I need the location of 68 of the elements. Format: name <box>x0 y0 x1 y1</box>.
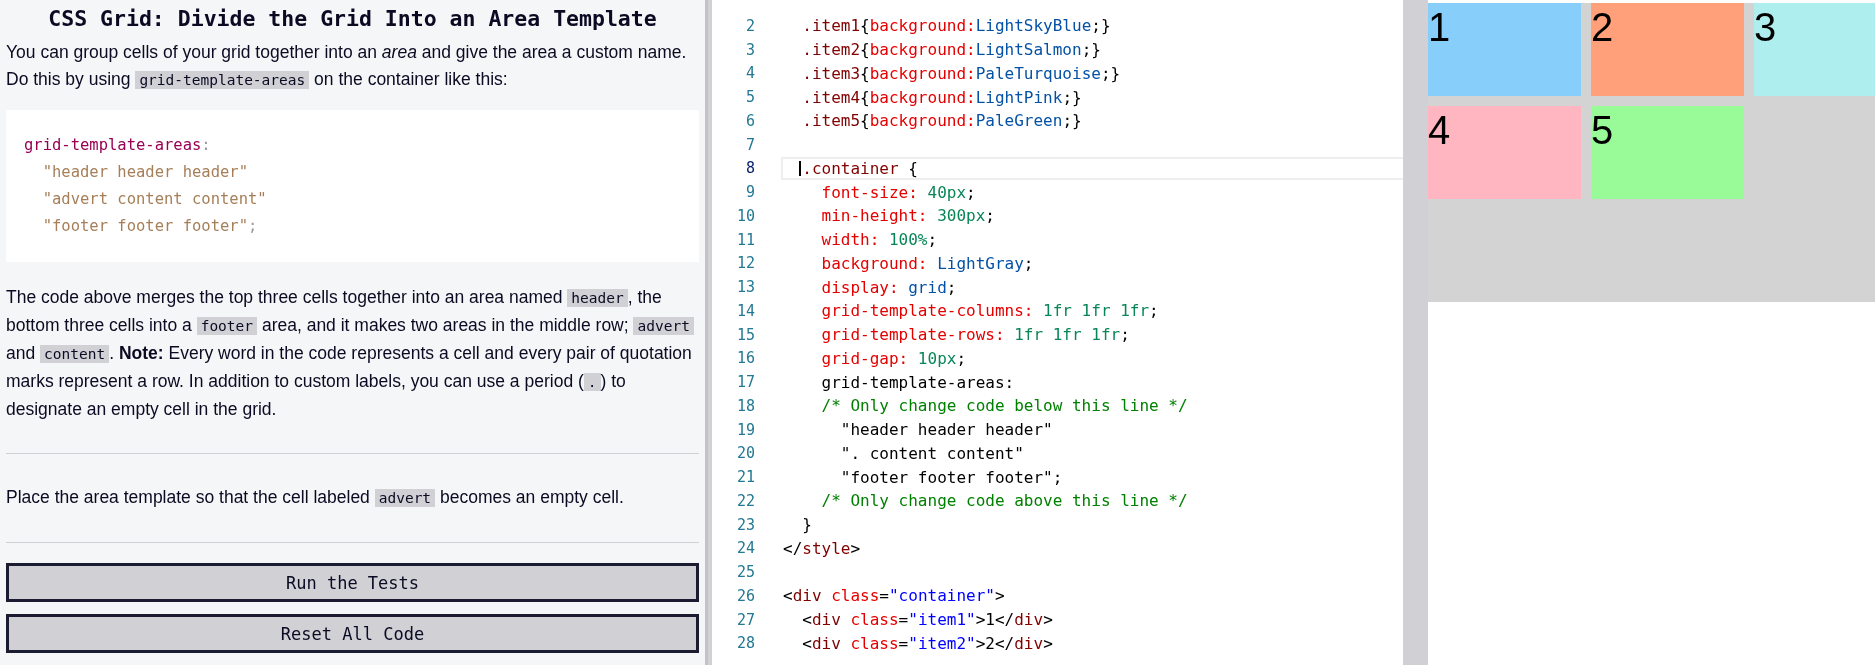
line-number: 25 <box>735 563 755 582</box>
line-number: 27 <box>735 610 755 629</box>
line-number: 17 <box>735 373 755 392</box>
line-number: 24 <box>735 539 755 558</box>
code-line: width: 100%; <box>820 229 939 252</box>
code-line: grid-template-areas: <box>24 135 212 156</box>
line-number: 16 <box>735 349 755 368</box>
line-number: 5 <box>744 88 755 107</box>
code-line: /* Only change code above this line */ <box>820 490 1189 513</box>
code-line: grid-template-columns: 1fr 1fr 1fr; <box>820 300 1160 323</box>
code-line: .item4{background:LightPink;} <box>801 86 1083 109</box>
grid-item: 2 <box>1591 3 1744 96</box>
code-line: grid-template-rows: 1fr 1fr 1fr; <box>820 324 1131 347</box>
code-line: <div class="container"> <box>782 585 1006 608</box>
code-line: background: LightGray; <box>820 252 1035 275</box>
line-number: 12 <box>735 254 755 273</box>
line-number: 18 <box>735 396 755 415</box>
line-number: 3 <box>744 40 755 59</box>
code-line: .item5{background:PaleGreen;} <box>801 110 1083 133</box>
line-number: 21 <box>735 468 755 487</box>
line-number: 26 <box>735 586 755 605</box>
code-line: min-height: 300px; <box>820 205 996 228</box>
code-line: </style> <box>782 537 862 560</box>
code-line: "advert content content" <box>41 189 268 210</box>
line-number: 7 <box>744 135 755 154</box>
line-number: 14 <box>735 301 755 320</box>
grid-item: 4 <box>1428 106 1581 199</box>
code-line: "footer footer footer"; <box>839 466 1064 489</box>
lesson-title: CSS Grid: Divide the Grid Into an Area Template <box>47 6 658 31</box>
code-line: .item1{background:LightSkyBlue;} <box>801 15 1112 38</box>
line-number: 22 <box>735 491 755 510</box>
paragraph: Place the area template so that the cell labeled advert becomes an empty cell. <box>6 486 625 509</box>
line-number: 19 <box>735 420 755 439</box>
code-line: grid-template-areas: <box>820 371 1016 394</box>
code-line: font-size: 40px; <box>820 181 977 204</box>
grid-item: 3 <box>1754 3 1875 96</box>
code-line: .container { <box>781 156 1403 181</box>
text-cursor <box>799 160 801 177</box>
code-line: ". content content" <box>839 442 1025 465</box>
code-line: "footer footer footer"; <box>41 216 259 237</box>
line-number: 9 <box>744 183 755 202</box>
paragraph: You can group cells of your grid together into an area and give the area a custom name. Do this by using grid-template-areas on the container like this: <box>6 41 688 91</box>
grid-item: 5 <box>1591 106 1744 199</box>
line-number: 13 <box>735 278 755 297</box>
line-number: 23 <box>735 515 755 534</box>
run-tests-button[interactable]: Run the Tests <box>6 563 699 602</box>
paragraph: The code above merges the top three cells together into an area named header , the bottom three cells into a footer area, and it makes two areas in the middle row; advert and content . Note: Every word in the code represents a cell and every pair of quotation marks represent a row. In addition to custom labels, you can use a period ( . ) to designate an empty cell in the grid. <box>6 286 695 421</box>
code-line: .item3{background:PaleTurquoise;} <box>801 62 1122 85</box>
code-line: } <box>801 514 813 537</box>
line-number: 2 <box>744 16 755 35</box>
line-number: 4 <box>744 64 755 83</box>
code-line: display: grid; <box>820 276 958 299</box>
line-number: 6 <box>744 111 755 130</box>
code-line: <div class="item1">1</div> <box>801 609 1054 632</box>
line-number: 28 <box>735 634 755 653</box>
line-number: 11 <box>735 230 755 249</box>
code-line: /* Only change code below this line */ <box>820 395 1189 418</box>
code-line: <div class="item2">2</div> <box>801 632 1054 655</box>
code-line: "header header header" <box>839 419 1054 442</box>
line-number: 10 <box>735 206 755 225</box>
grid-item: 1 <box>1428 3 1581 96</box>
line-number: 20 <box>735 444 755 463</box>
line-number: 15 <box>735 325 755 344</box>
code-line: "header header header" <box>41 162 249 183</box>
code-line: .item2{background:LightSalmon;} <box>801 39 1102 62</box>
code-line: grid-gap: 10px; <box>820 347 968 370</box>
line-number: 8 <box>744 159 755 178</box>
reset-code-button[interactable]: Reset All Code <box>6 614 699 653</box>
